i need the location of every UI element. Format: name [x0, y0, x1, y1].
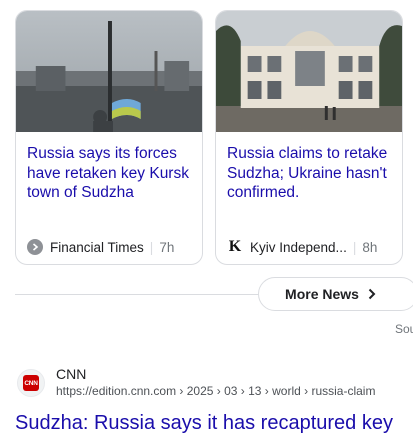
news-thumbnail-building	[216, 11, 402, 132]
timestamp: 8h	[362, 239, 378, 255]
chevron-right-icon	[367, 288, 377, 300]
separator: |	[149, 239, 154, 255]
kyiv-independent-icon: K	[228, 238, 242, 255]
result-title-link[interactable]: Sudzha: Russia says it has recaptured ke…	[15, 410, 393, 436]
result-url[interactable]: https://edition.cnn.com › 2025 › 03 › 13…	[56, 384, 375, 398]
news-card-financial-times[interactable]: Russia says its forces have retaken key …	[15, 10, 203, 265]
news-card-source: K Kyiv Independ... | 8h	[227, 237, 394, 257]
result-site-name[interactable]: CNN	[56, 366, 86, 382]
news-card-kyiv-independent[interactable]: Russia claims to retake Sudzha; Ukraine …	[215, 10, 403, 265]
sources-label: Sou	[395, 322, 413, 336]
news-card-headline[interactable]: Russia claims to retake Sudzha; Ukraine …	[227, 144, 394, 203]
divider	[15, 294, 260, 295]
timestamp: 7h	[159, 239, 175, 255]
news-card-headline[interactable]: Russia says its forces have retaken key …	[27, 144, 194, 203]
source-name: Financial Times	[50, 239, 144, 255]
cnn-favicon: CNN	[17, 369, 45, 397]
financial-times-icon	[27, 239, 43, 255]
news-thumbnail-flag	[16, 11, 202, 132]
more-news-button[interactable]: More News	[258, 277, 413, 311]
cnn-logo: CNN	[23, 375, 39, 391]
news-card-source: Financial Times | 7h	[27, 237, 194, 257]
separator: |	[352, 239, 357, 255]
source-name: Kyiv Independ...	[250, 239, 347, 255]
more-news-label: More News	[285, 286, 359, 302]
